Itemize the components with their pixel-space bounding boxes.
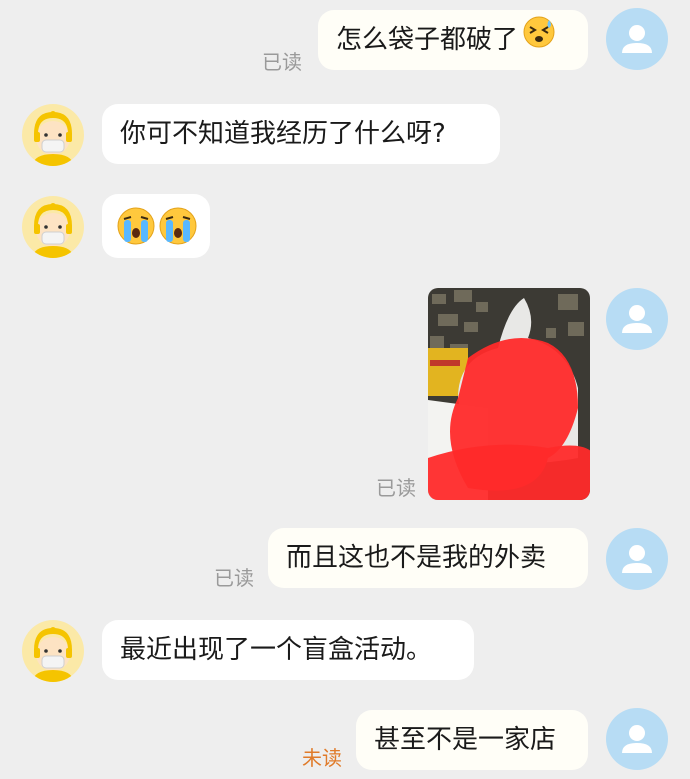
message-bubble-6[interactable]: 最近出现了一个盲盒活动。 (102, 620, 474, 680)
crying-emoji-icon (116, 206, 156, 268)
crying-emoji-icon (158, 206, 198, 268)
message-text: 最近出现了一个盲盒活动。 (120, 635, 433, 665)
user-silhouette-icon (622, 545, 652, 573)
read-status: 已读 (214, 566, 254, 590)
message-text: 怎么袋子都破了 (336, 25, 519, 55)
sent-photo[interactable] (428, 288, 590, 500)
message-text: 而且这也不是我的外卖 (286, 543, 547, 573)
masked-courier-avatar-icon (32, 627, 74, 682)
message-text: 甚至不是一家店 (374, 725, 557, 755)
contact-avatar[interactable] (22, 620, 84, 682)
read-status: 已读 (376, 476, 416, 500)
masked-courier-avatar-icon (32, 203, 74, 258)
user-silhouette-icon (622, 725, 652, 753)
my-avatar[interactable] (606, 708, 668, 770)
dizzy-sweat-emoji-icon (522, 11, 556, 71)
unread-status: 未读 (302, 746, 342, 770)
message-text: 你可不知道我经历了什么呀? (120, 119, 446, 149)
user-silhouette-icon (622, 305, 652, 333)
torn-bag-photo-icon (428, 288, 590, 500)
message-bubble-2[interactable]: 你可不知道我经历了什么呀? (102, 104, 500, 164)
my-avatar[interactable] (606, 288, 668, 350)
message-bubble-1[interactable]: 怎么袋子都破了 (318, 10, 588, 70)
contact-avatar[interactable] (22, 104, 84, 166)
message-bubble-5[interactable]: 而且这也不是我的外卖 (268, 528, 588, 588)
read-status: 已读 (262, 50, 302, 74)
my-avatar[interactable] (606, 528, 668, 590)
contact-avatar[interactable] (22, 196, 84, 258)
masked-courier-avatar-icon (32, 111, 74, 166)
user-silhouette-icon (622, 25, 652, 53)
message-bubble-3[interactable] (102, 194, 210, 258)
message-bubble-7[interactable]: 甚至不是一家店 (356, 710, 588, 770)
my-avatar[interactable] (606, 8, 668, 70)
